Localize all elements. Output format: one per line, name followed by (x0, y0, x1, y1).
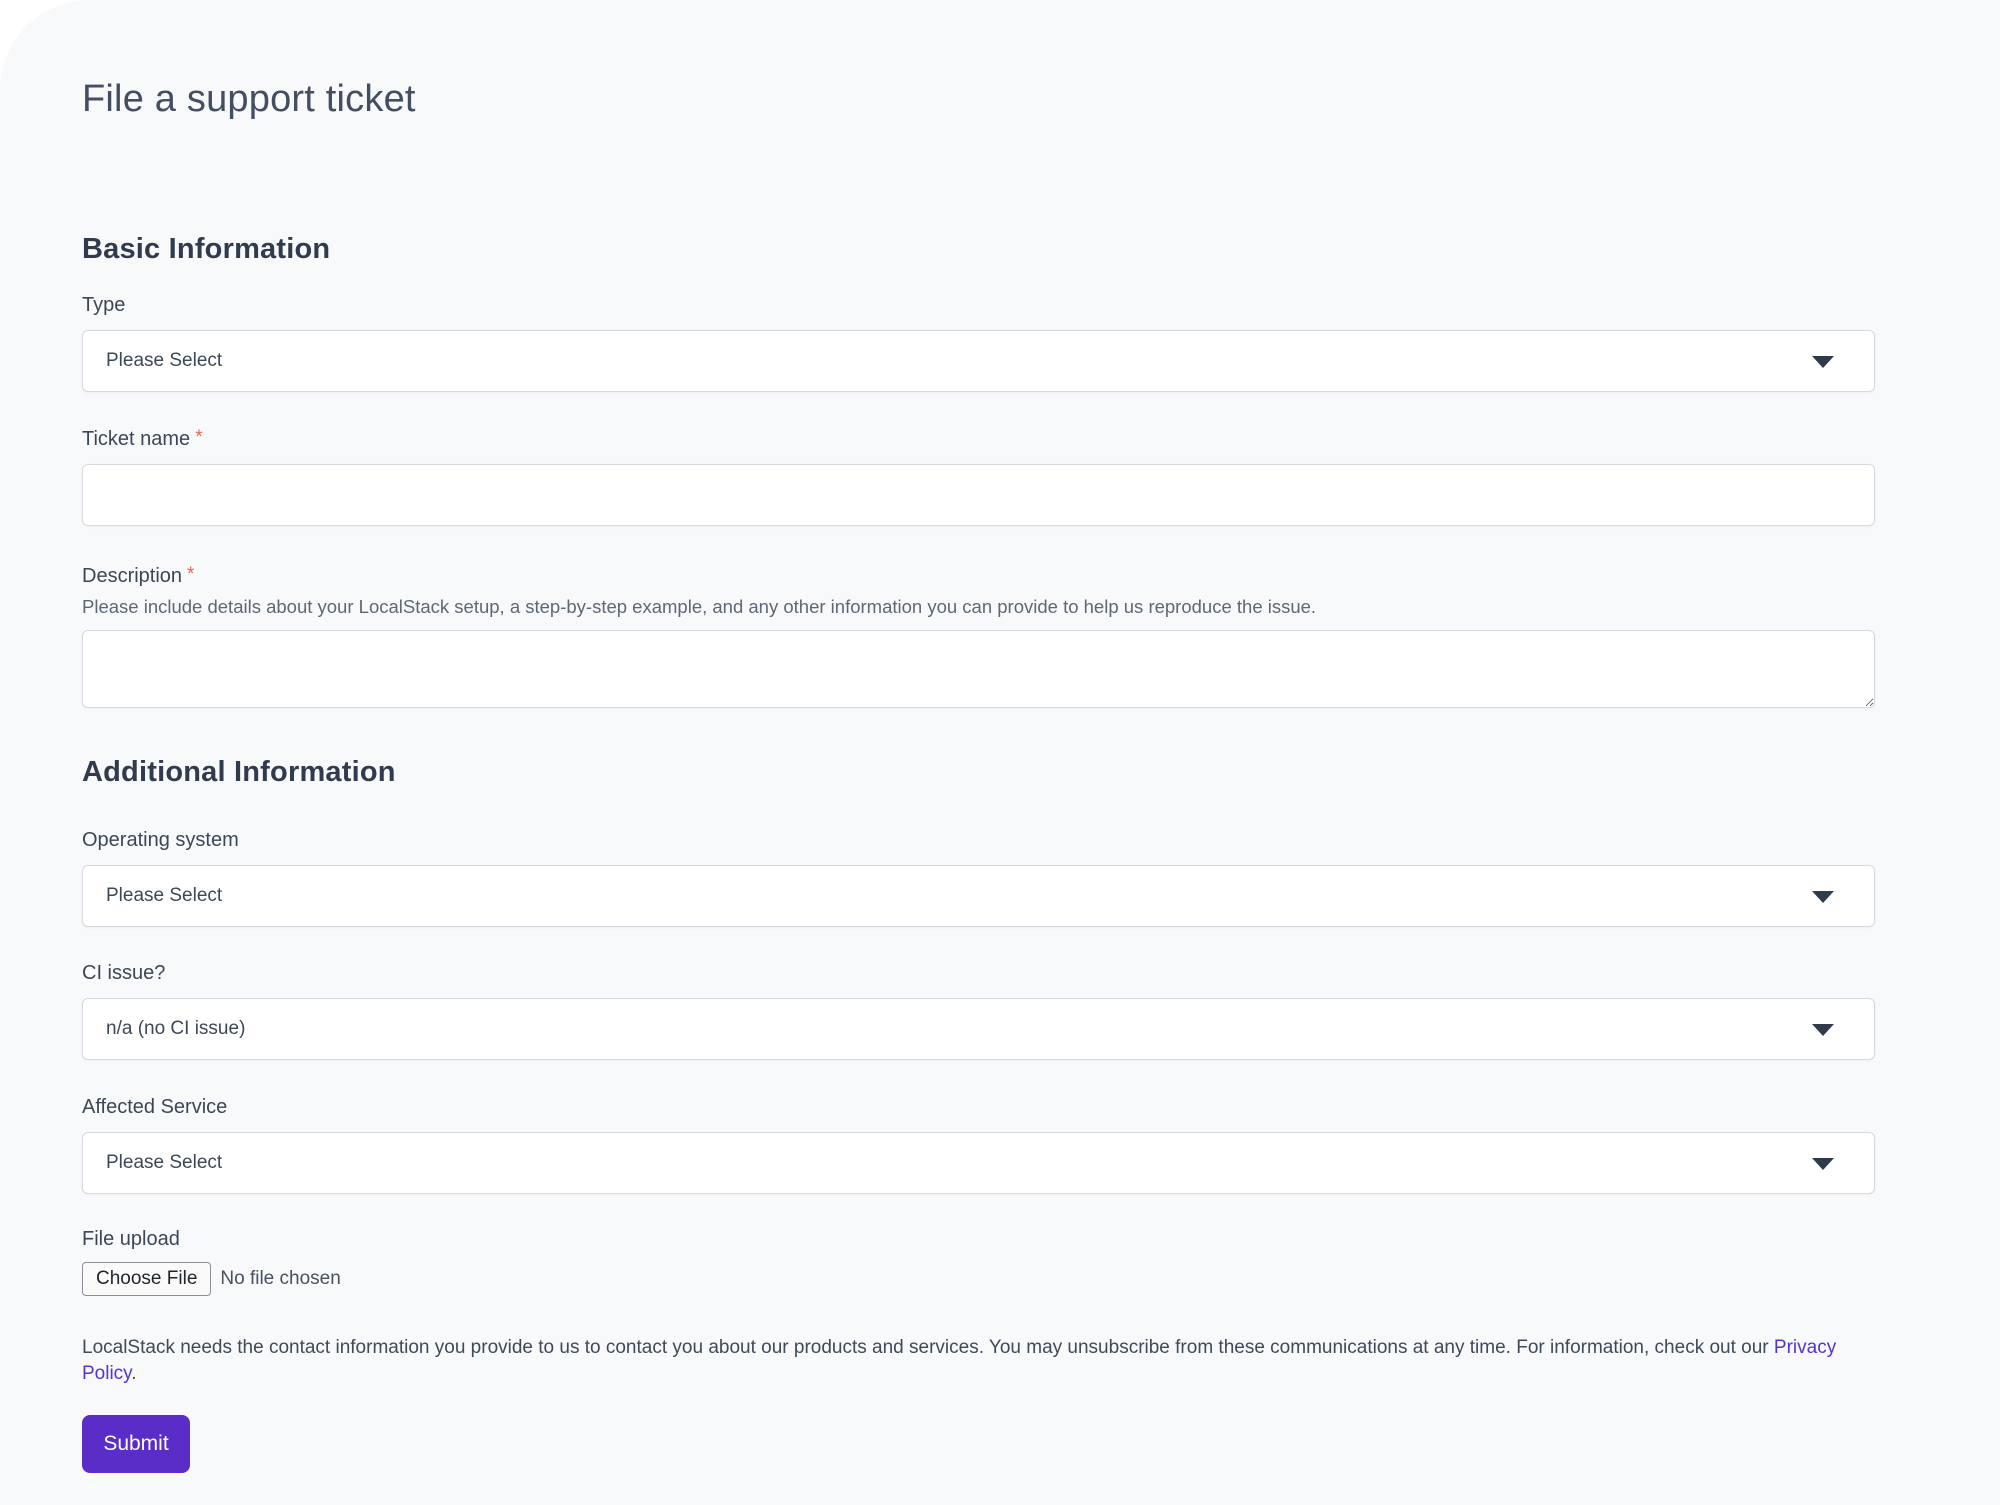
affected-service-select[interactable]: Please Select (82, 1132, 1875, 1194)
chevron-down-icon (1812, 1158, 1834, 1170)
description-helper-text: Please include details about your LocalS… (82, 596, 1875, 618)
affected-service-select-value: Please Select (106, 1152, 222, 1174)
ticket-name-label: Ticket name* (82, 427, 1875, 451)
disclaimer-text-before: LocalStack needs the contact information… (82, 1337, 1774, 1358)
description-required-asterisk: * (187, 564, 194, 585)
disclaimer-text-after: . (131, 1363, 136, 1384)
operating-system-select[interactable]: Please Select (82, 865, 1875, 927)
file-upload-status: No file chosen (220, 1268, 340, 1290)
privacy-disclaimer: LocalStack needs the contact information… (82, 1335, 1875, 1386)
type-select[interactable]: Please Select (82, 330, 1875, 392)
chevron-down-icon (1812, 891, 1834, 903)
support-ticket-form: File a support ticket Basic Information … (0, 0, 2000, 1473)
type-label: Type (82, 294, 1875, 317)
description-textarea[interactable] (82, 630, 1875, 708)
operating-system-label: Operating system (82, 829, 1875, 852)
ticket-name-input[interactable] (82, 464, 1875, 526)
affected-service-label: Affected Service (82, 1096, 1875, 1119)
ticket-name-label-text: Ticket name (82, 428, 190, 450)
type-label-text: Type (82, 294, 125, 316)
affected-service-label-text: Affected Service (82, 1096, 227, 1118)
file-upload-control: Choose File No file chosen (82, 1262, 1875, 1296)
submit-button[interactable]: Submit (82, 1415, 190, 1473)
file-upload-label: File upload (82, 1228, 1875, 1251)
description-label: Description* (82, 564, 1875, 588)
chevron-down-icon (1812, 1024, 1834, 1036)
section-heading-additional-information: Additional Information (82, 756, 1875, 789)
ci-issue-label: CI issue? (82, 962, 1875, 985)
choose-file-button[interactable]: Choose File (82, 1262, 211, 1296)
chevron-down-icon (1812, 356, 1834, 368)
description-label-text: Description (82, 565, 182, 587)
support-ticket-page: File a support ticket Basic Information … (0, 0, 2000, 1505)
ticket-name-required-asterisk: * (195, 427, 202, 448)
type-select-value: Please Select (106, 350, 222, 372)
operating-system-select-value: Please Select (106, 885, 222, 907)
ci-issue-label-text: CI issue? (82, 962, 165, 984)
section-heading-basic-information: Basic Information (82, 233, 1875, 266)
page-title: File a support ticket (82, 78, 1875, 121)
ci-issue-select[interactable]: n/a (no CI issue) (82, 998, 1875, 1060)
ci-issue-select-value: n/a (no CI issue) (106, 1018, 245, 1040)
operating-system-label-text: Operating system (82, 829, 239, 851)
file-upload-label-text: File upload (82, 1228, 180, 1250)
